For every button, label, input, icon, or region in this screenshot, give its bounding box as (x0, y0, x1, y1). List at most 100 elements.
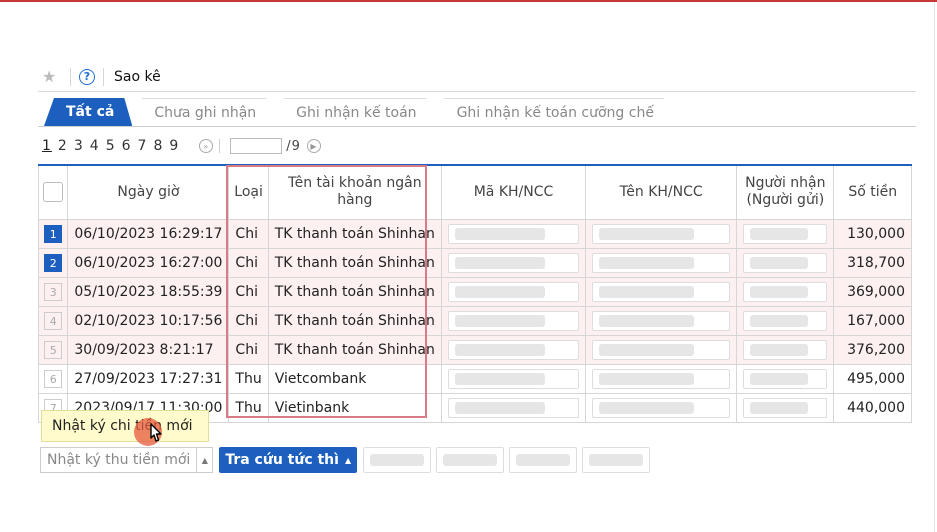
row-number-badge[interactable]: 5 (44, 340, 63, 359)
recipient-field[interactable] (743, 368, 828, 389)
row-number-badge[interactable]: 2 (44, 253, 63, 272)
customer-name-field[interactable] (592, 397, 731, 418)
tab-underline (38, 126, 916, 127)
page-link-6[interactable]: 6 (122, 138, 132, 154)
datetime-cell: 30/09/2023 8:21:17 (67, 334, 230, 365)
customer-code-cell (440, 334, 587, 365)
customer-name-cell (585, 247, 738, 278)
new-income-journal-button[interactable]: Nhật ký thu tiền mới (40, 447, 198, 473)
row-number-badge[interactable]: 1 (44, 224, 63, 243)
recipient-field[interactable] (743, 310, 828, 331)
col-bank-account[interactable]: Tên tài khoản ngân hàng (267, 164, 442, 220)
customer-name-cell (585, 363, 738, 394)
amount-cell: 495,000 (833, 363, 912, 394)
caret-up-icon[interactable]: ▲ (197, 447, 214, 473)
select-all-checkbox[interactable] (43, 182, 64, 203)
select-all-header (37, 164, 69, 220)
bank-account-cell: TK thanh toán Shinhan (267, 247, 442, 278)
tab-forced-accounting[interactable]: Ghi nhận kế toán cưỡng chế (435, 98, 672, 126)
recipient-cell (736, 247, 835, 278)
customer-code-field[interactable] (447, 310, 580, 331)
recipient-field[interactable] (743, 252, 828, 273)
row-number-badge[interactable]: 6 (44, 369, 63, 388)
table-row[interactable]: 6 27/09/2023 17:27:31 Thu Vietcombank 49… (37, 363, 912, 394)
customer-name-field[interactable] (592, 223, 731, 244)
new-expense-journal-menu-item[interactable]: Nhật ký chi tiền mới (41, 410, 209, 442)
customer-code-field[interactable] (447, 281, 580, 302)
col-recipient[interactable]: Người nhận (Người gửi) (736, 164, 835, 220)
col-amount[interactable]: Số tiền (833, 164, 912, 220)
customer-code-cell (440, 276, 587, 307)
customer-code-field[interactable] (447, 252, 580, 273)
row-number-cell: 3 (37, 276, 69, 307)
amount-cell: 376,200 (833, 334, 912, 365)
bottom-toolbar: Nhật ký thu tiền mới ▲ Tra cứu tức thì ▲ (40, 447, 655, 473)
recipient-field[interactable] (743, 397, 828, 418)
customer-name-field[interactable] (592, 252, 731, 273)
row-number-badge[interactable]: 3 (44, 282, 63, 301)
instant-lookup-button[interactable]: Tra cứu tức thì ▲ (219, 447, 358, 473)
go-page-icon[interactable]: ▶ (306, 139, 321, 153)
customer-name-field[interactable] (592, 339, 731, 360)
col-customer-code[interactable]: Mã KH/NCC (440, 164, 587, 220)
page-link-5[interactable]: 5 (106, 138, 116, 154)
page-link-1[interactable]: 1 (42, 138, 52, 154)
row-number-cell: 1 (37, 218, 69, 249)
pagination: 1 2 3 4 5 6 7 8 9 » /9 ▶ (42, 136, 327, 156)
next-block-icon[interactable]: » (199, 139, 214, 153)
recipient-field[interactable] (743, 339, 828, 360)
tab-accounting-recorded[interactable]: Ghi nhận kế toán (274, 98, 434, 126)
datetime-cell: 05/10/2023 18:55:39 (67, 276, 230, 307)
customer-name-field[interactable] (592, 281, 731, 302)
customer-code-field[interactable] (447, 368, 580, 389)
toolbar-button[interactable] (363, 447, 432, 473)
page-link-3[interactable]: 3 (74, 138, 84, 154)
toolbar-button[interactable] (582, 447, 651, 473)
tab-bar: Tất cả Chưa ghi nhận Ghi nhận kế toán Gh… (44, 98, 672, 126)
customer-code-field[interactable] (447, 397, 580, 418)
row-number-cell: 6 (37, 363, 69, 394)
amount-cell: 130,000 (833, 218, 912, 249)
row-number-cell: 2 (37, 247, 69, 278)
toolbar-button[interactable] (436, 447, 505, 473)
customer-name-field[interactable] (592, 368, 731, 389)
tab-unrecorded[interactable]: Chưa ghi nhận (132, 98, 274, 126)
page-link-4[interactable]: 4 (90, 138, 100, 154)
recipient-field[interactable] (743, 223, 828, 244)
toolbar-button[interactable] (509, 447, 578, 473)
type-cell: Chi (228, 334, 269, 365)
customer-code-field[interactable] (447, 339, 580, 360)
page-link-8[interactable]: 8 (153, 138, 163, 154)
help-icon[interactable]: ? (79, 68, 95, 85)
customer-code-cell (440, 363, 587, 394)
col-customer-name[interactable]: Tên KH/NCC (585, 164, 738, 220)
page-link-7[interactable]: 7 (138, 138, 148, 154)
bank-account-cell: Vietinbank (267, 392, 442, 423)
col-datetime[interactable]: Ngày giờ (67, 164, 230, 220)
customer-name-field[interactable] (592, 310, 731, 331)
page-title: Sao kê (114, 68, 161, 85)
table-row[interactable]: 4 02/10/2023 10:17:56 Chi TK thanh toán … (37, 305, 912, 336)
col-type[interactable]: Loại (228, 164, 269, 220)
bank-account-cell: Vietcombank (267, 363, 442, 394)
recipient-cell (736, 305, 835, 336)
table-row[interactable]: 3 05/10/2023 18:55:39 Chi TK thanh toán … (37, 276, 912, 307)
customer-code-cell (440, 305, 587, 336)
page-link-9[interactable]: 9 (169, 138, 179, 154)
table-row[interactable]: 2 06/10/2023 16:27:00 Chi TK thanh toán … (37, 247, 912, 278)
bank-account-cell: TK thanh toán Shinhan (267, 334, 442, 365)
row-number-badge[interactable]: 4 (44, 311, 63, 330)
amount-cell: 440,000 (833, 392, 912, 423)
page-link-2[interactable]: 2 (58, 138, 68, 154)
recipient-cell (736, 218, 835, 249)
table-row[interactable]: 5 30/09/2023 8:21:17 Chi TK thanh toán S… (37, 334, 912, 365)
customer-code-cell (440, 247, 587, 278)
tab-all[interactable]: Tất cả (44, 98, 132, 126)
page-jump-input[interactable] (230, 138, 283, 154)
type-cell: Chi (228, 305, 269, 336)
bank-account-cell: TK thanh toán Shinhan (267, 276, 442, 307)
table-row[interactable]: 1 06/10/2023 16:29:17 Chi TK thanh toán … (37, 218, 912, 249)
recipient-field[interactable] (743, 281, 828, 302)
favorite-star-icon[interactable]: ★ (42, 67, 62, 86)
customer-code-field[interactable] (447, 223, 580, 244)
